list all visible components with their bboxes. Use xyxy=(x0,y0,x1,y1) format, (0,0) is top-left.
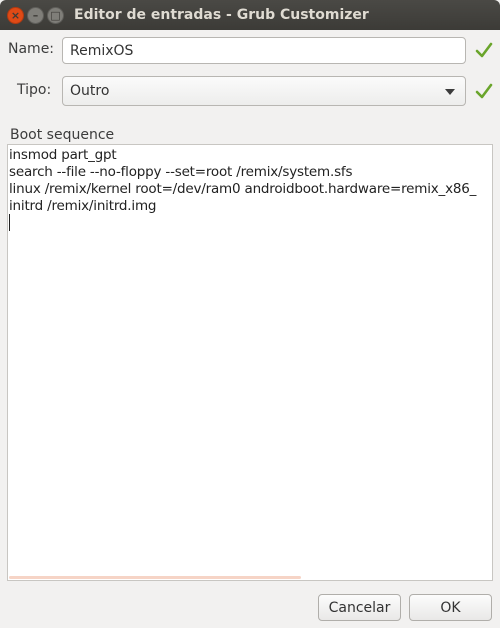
name-valid-checkmark-icon xyxy=(475,42,493,58)
maximize-window-button[interactable]: □ xyxy=(47,7,64,24)
boot-sequence-label: Boot sequence xyxy=(10,127,115,143)
type-label: Tipo: xyxy=(17,82,52,98)
text-caret xyxy=(9,214,10,231)
type-select[interactable]: Outro xyxy=(62,76,466,106)
boot-sequence-editor[interactable]: insmod part_gpt search --file --no-flopp… xyxy=(7,144,493,581)
close-icon: × xyxy=(10,9,21,22)
boot-sequence-line: linux /remix/kernel root=/dev/ram0 andro… xyxy=(9,181,477,197)
window-title: Editor de entradas - Grub Customizer xyxy=(74,7,369,23)
ok-button[interactable]: OK xyxy=(409,594,492,621)
cancel-button[interactable]: Cancelar xyxy=(318,594,401,621)
dropdown-arrow-icon xyxy=(445,89,455,95)
type-valid-checkmark-icon xyxy=(475,83,493,99)
boot-sequence-line: initrd /remix/initrd.img xyxy=(9,198,157,214)
horizontal-scrollbar[interactable] xyxy=(9,576,301,579)
close-window-button[interactable]: × xyxy=(7,7,24,24)
minimize-icon: – xyxy=(32,9,39,22)
minimize-window-button[interactable]: – xyxy=(27,7,44,24)
name-label: Name: xyxy=(8,41,55,57)
maximize-icon: □ xyxy=(50,9,61,22)
boot-sequence-line: insmod part_gpt xyxy=(9,147,117,163)
type-select-value: Outro xyxy=(70,83,110,99)
window-titlebar: × – □ Editor de entradas - Grub Customiz… xyxy=(0,0,500,30)
boot-sequence-line: search --file --no-floppy --set=root /re… xyxy=(9,164,353,180)
name-input[interactable]: RemixOS xyxy=(62,37,466,64)
